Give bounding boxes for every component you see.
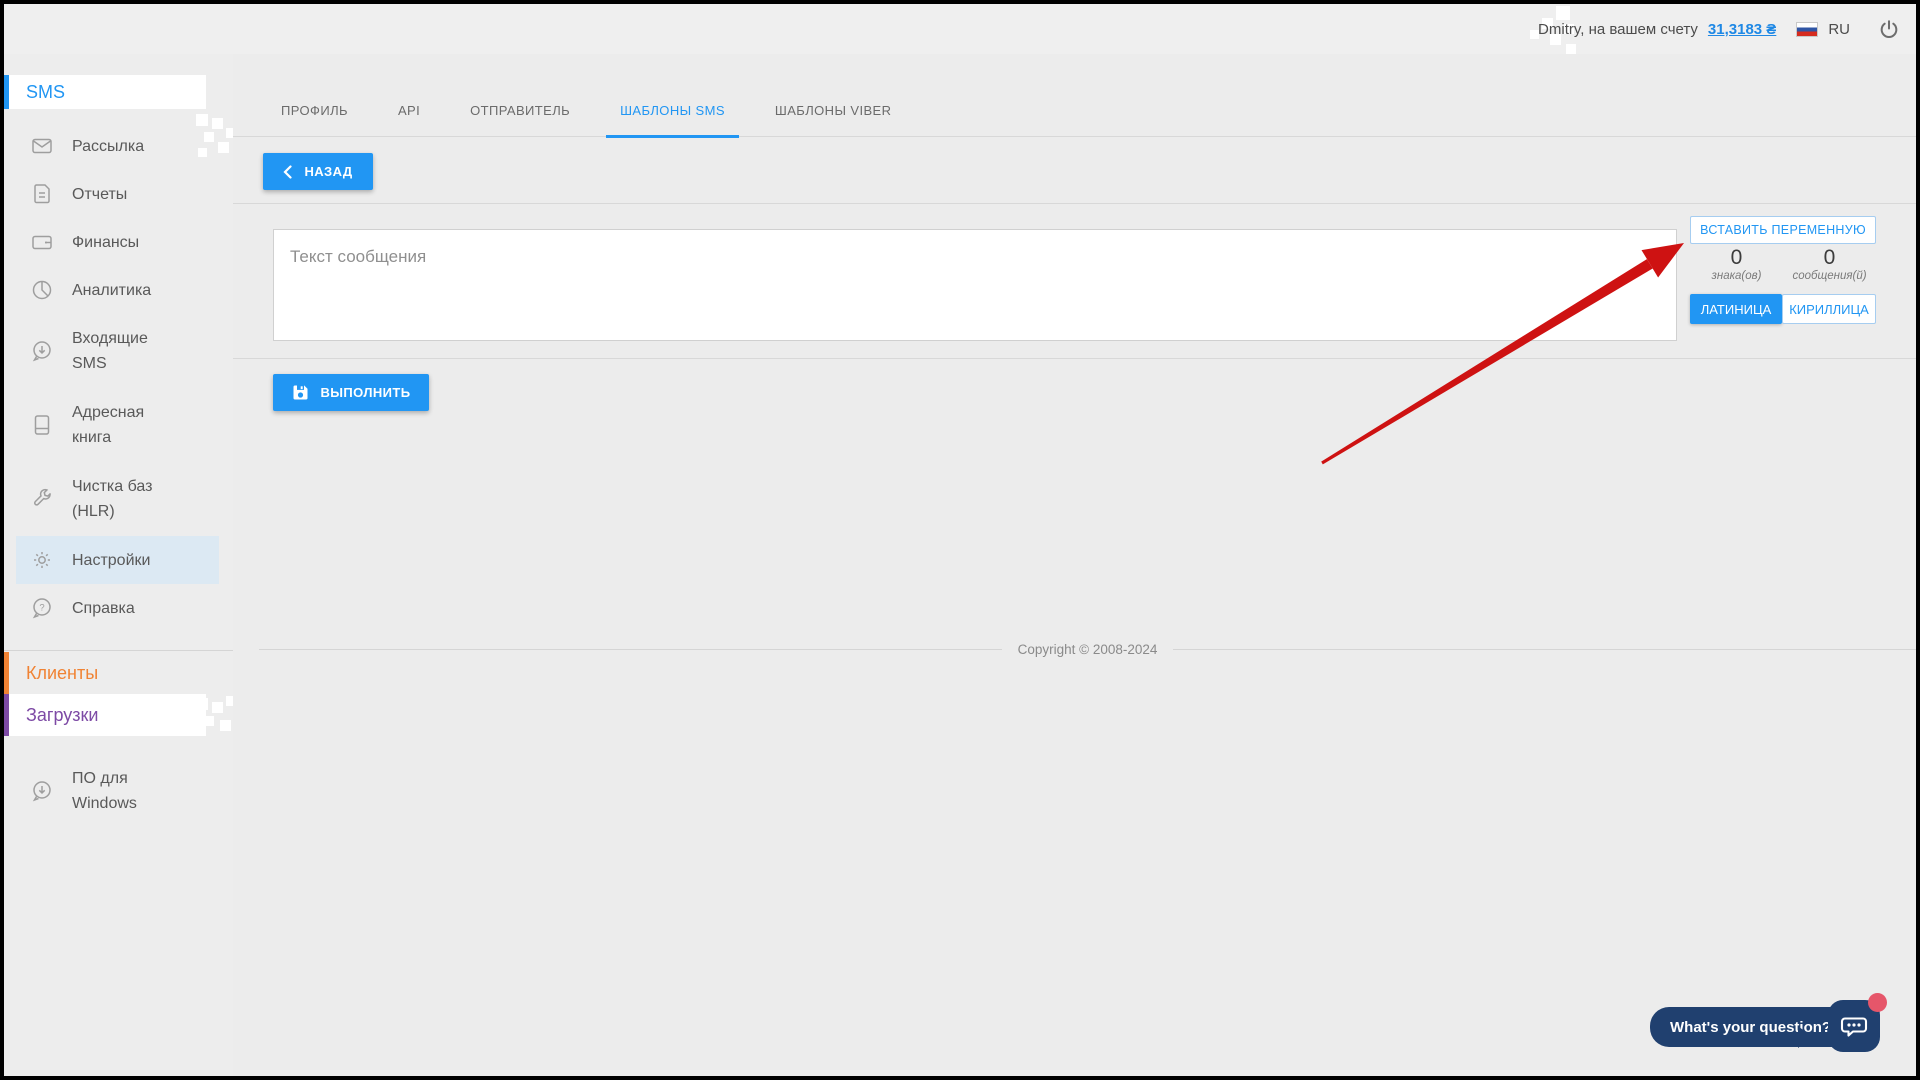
alphabet-toggle: ЛАТИНИЦА КИРИЛЛИЦА	[1690, 294, 1876, 324]
gear-icon	[34, 552, 50, 568]
wallet-icon	[32, 235, 52, 250]
account-greeting: Dmitry, на вашем счету	[1538, 20, 1698, 38]
chevron-left-icon	[283, 164, 293, 179]
tab-api[interactable]: API	[384, 103, 434, 136]
footer-divider-left	[259, 649, 1002, 650]
back-button[interactable]: НАЗАД	[263, 153, 373, 190]
latin-toggle-button[interactable]: ЛАТИНИЦА	[1690, 294, 1782, 324]
balance-link[interactable]: 31,3183 ₴	[1708, 21, 1776, 38]
speech-bubble-dots-icon	[1840, 1017, 1868, 1037]
chat-notification-dot	[1868, 993, 1887, 1012]
tab-bar: ПРОФИЛЬ API ОТПРАВИТЕЛЬ ШАБЛОНЫ SMS ШАБЛ…	[233, 54, 1916, 138]
sidebar-item-po-windows[interactable]: ПО для Windows	[4, 754, 233, 828]
sidebar-item-chistka-baz-hlr[interactable]: Чистка баз (HLR)	[4, 462, 233, 536]
chars-counter: 0 знака(ов)	[1711, 246, 1762, 282]
sidebar-item-analitika[interactable]: Аналитика	[4, 266, 233, 314]
sidebar-nav: Рассылка Отчеты Финансы Аналитика Входящ…	[4, 122, 233, 632]
help-icon: ?	[32, 598, 51, 619]
report-document-icon	[34, 184, 50, 204]
sidebar-section-sms[interactable]: SMS	[4, 75, 206, 109]
sidebar-section-title: SMS	[26, 81, 66, 102]
clients-accent-bar	[4, 652, 9, 694]
sidebar-item-finansy[interactable]: Финансы	[4, 218, 233, 266]
power-icon	[1880, 20, 1898, 38]
messages-counter: 0 сообщения(й)	[1792, 246, 1867, 282]
main-content: ПРОФИЛЬ API ОТПРАВИТЕЛЬ ШАБЛОНЫ SMS ШАБЛ…	[233, 54, 1916, 1076]
tab-shablony-sms[interactable]: ШАБЛОНЫ SMS	[606, 103, 739, 138]
wrench-icon	[34, 488, 52, 506]
top-bar: Dmitry, на вашем счету 31,3183 ₴ RU	[4, 4, 1916, 54]
sidebar-item-otchety[interactable]: Отчеты	[4, 170, 233, 218]
footer-divider-right	[1173, 649, 1916, 650]
sidebar-item-rassylka[interactable]: Рассылка	[4, 122, 233, 170]
tab-shablony-viber[interactable]: ШАБЛОНЫ VIBER	[761, 103, 905, 136]
download-software-icon	[32, 781, 51, 802]
sidebar-item-nastroyki[interactable]: Настройки	[16, 536, 219, 584]
submit-button[interactable]: ВЫПОЛНИТЬ	[273, 374, 429, 411]
incoming-message-icon	[32, 341, 51, 362]
account-area: Dmitry, на вашем счету 31,3183 ₴ RU	[1538, 4, 1902, 54]
sidebar-item-vhodyashchie-sms[interactable]: Входящие SMS	[4, 314, 233, 388]
app-window: Dmitry, на вашем счету 31,3183 ₴ RU SMS …	[0, 0, 1920, 1080]
tab-otpravitel[interactable]: ОТПРАВИТЕЛЬ	[456, 103, 584, 136]
counters: 0 знака(ов) 0 сообщения(й)	[1690, 246, 1876, 282]
cyrillic-toggle-button[interactable]: КИРИЛЛИЦА	[1782, 294, 1876, 324]
svg-text:?: ?	[39, 603, 44, 614]
sidebar-item-adresnaya-kniga[interactable]: Адресная книга	[4, 388, 233, 462]
message-controls-panel: ВСТАВИТЬ ПЕРЕМЕННУЮ 0 знака(ов) 0 сообще…	[1690, 216, 1876, 324]
mail-icon	[32, 138, 52, 154]
footer: Copyright © 2008-2024	[233, 642, 1916, 657]
downloads-accent-bar	[4, 694, 9, 736]
template-form-section: ВСТАВИТЬ ПЕРЕМЕННУЮ 0 знака(ов) 0 сообще…	[233, 203, 1916, 359]
insert-variable-button[interactable]: ВСТАВИТЬ ПЕРЕМЕННУЮ	[1690, 216, 1876, 244]
sidebar-section-downloads[interactable]: Загрузки	[4, 694, 206, 736]
sidebar-divider	[4, 650, 233, 651]
chat-bubble-tail	[1798, 1026, 1823, 1048]
copyright-text: Copyright © 2008-2024	[1017, 642, 1158, 657]
sidebar-item-spravka[interactable]: ? Справка	[4, 584, 233, 632]
pie-chart-icon	[32, 280, 52, 300]
logout-button[interactable]	[1876, 16, 1902, 42]
sms-accent-bar	[4, 75, 9, 109]
save-icon	[293, 385, 307, 400]
sidebar: SMS Рассылка Отчеты Финансы Аналитика Вх…	[4, 54, 236, 1076]
address-book-icon	[34, 415, 50, 435]
flag-ru-icon[interactable]	[1796, 21, 1819, 37]
language-selector[interactable]: RU	[1828, 21, 1850, 38]
message-text-input[interactable]	[273, 229, 1677, 341]
tab-profil[interactable]: ПРОФИЛЬ	[267, 103, 362, 136]
sidebar-section-clients[interactable]: Клиенты	[4, 652, 206, 694]
